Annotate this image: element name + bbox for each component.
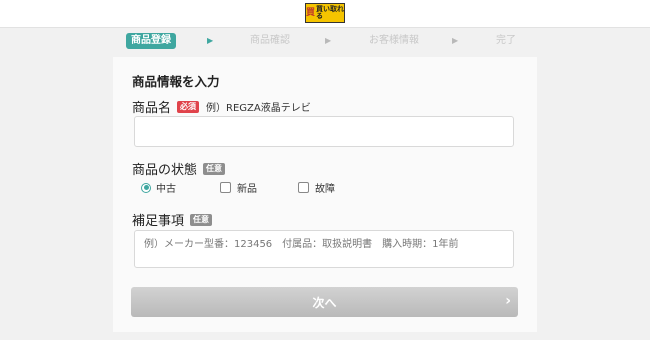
condition-option-label: 新品 [237, 184, 257, 195]
chevron-right-icon: › [505, 293, 511, 309]
product-name-label: 商品名 [132, 101, 172, 116]
condition-option-label: 中古 [156, 184, 176, 195]
condition-option-new[interactable]: 新品 [220, 180, 257, 195]
condition-option-label: 故障 [315, 184, 335, 195]
step-customer-info: お客様情報 [369, 35, 419, 46]
product-form: 商品情報を入力 商品名 必須 例）REGZA液晶テレビ 商品の状態 任意 中古 … [113, 57, 537, 332]
notes-label-row: 補足事項 任意 [132, 210, 213, 229]
product-name-input[interactable] [134, 116, 514, 147]
checkbox-icon[interactable] [298, 182, 309, 193]
condition-label-row: 商品の状態 任意 [132, 159, 226, 178]
step-confirm: 商品確認 [250, 35, 290, 46]
notes-label: 補足事項 [132, 214, 185, 229]
step-register: 商品登録 [126, 33, 176, 49]
optional-badge: 任意 [203, 162, 226, 175]
logo-mark: 買 [306, 7, 316, 18]
notes-textarea[interactable]: 例）メーカー型番：123456 付属品：取扱説明書 購入時期：1年前 [134, 230, 514, 268]
radio-selected-icon[interactable] [141, 182, 151, 193]
next-button-label: 次へ [312, 295, 337, 310]
product-name-label-row: 商品名 必須 例）REGZA液晶テレビ [132, 97, 311, 116]
condition-label: 商品の状態 [132, 163, 198, 178]
optional-badge: 任意 [190, 213, 213, 226]
checkbox-icon[interactable] [220, 182, 231, 193]
site-logo[interactable]: 買 買い取れる [305, 3, 345, 23]
step-arrow-icon: ▶ [325, 36, 332, 45]
site-header: 買 買い取れる [0, 0, 650, 28]
step-complete: 完了 [496, 35, 516, 46]
step-indicator: 商品登録 ▶ 商品確認 ▶ お客様情報 ▶ 完了 [0, 33, 650, 51]
next-button[interactable]: 次へ › [131, 287, 518, 317]
condition-option-broken[interactable]: 故障 [298, 180, 335, 195]
required-badge: 必須 [177, 100, 200, 113]
condition-option-used[interactable]: 中古 [141, 180, 176, 195]
logo-text: 買い取れる [316, 5, 345, 20]
product-name-example: 例）REGZA液晶テレビ [206, 103, 311, 114]
step-arrow-icon: ▶ [452, 36, 459, 45]
step-arrow-icon: ▶ [207, 36, 214, 45]
section-title: 商品情報を入力 [132, 74, 220, 89]
